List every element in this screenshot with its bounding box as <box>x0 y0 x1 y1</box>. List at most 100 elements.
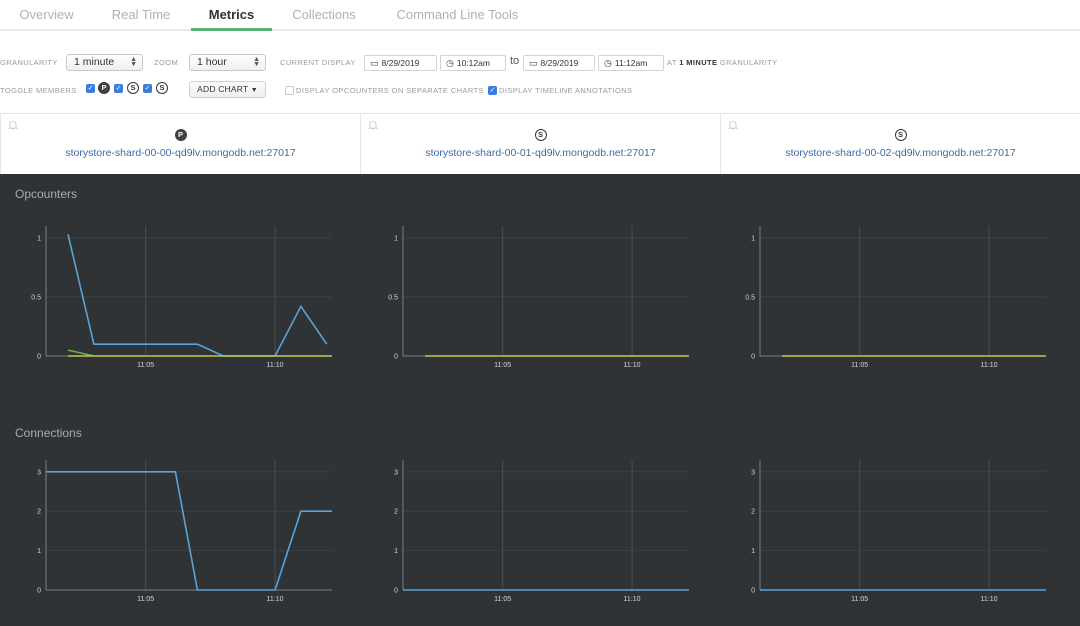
timeline-annotations-label: DISPLAY TIMELINE ANNOTATIONS <box>499 86 633 95</box>
zoom-label: ZOOM <box>154 58 179 67</box>
chart-connections-host-0[interactable]: 0 1 2 3 11:05 11:10 <box>0 454 360 614</box>
start-time-value: 10:12am <box>456 58 490 68</box>
y-tick-label: 0 <box>37 354 41 361</box>
series-line-opcounter-blue <box>67 234 328 357</box>
y-tick-label: 3 <box>37 469 41 476</box>
granularity-summary: AT 1 MINUTE GRANULARITY <box>667 58 778 67</box>
tab-bar: Overview Real Time Metrics Collections C… <box>0 0 1080 31</box>
granularity-value: 1 minute <box>74 56 115 68</box>
end-date-input[interactable]: ▭ 8/29/2019 <box>523 55 595 71</box>
member-checkbox-3[interactable]: ✓ <box>143 84 152 93</box>
tab-real-time[interactable]: Real Time <box>111 7 171 31</box>
y-tick-label: 0 <box>751 588 755 595</box>
calendar-icon: ▭ <box>370 58 379 68</box>
start-date-value: 8/29/2019 <box>381 58 420 68</box>
member-checkbox-1[interactable]: ✓ <box>86 84 95 93</box>
host-column: S storystore-shard-00-01-qd9lv.mongodb.n… <box>360 114 720 174</box>
x-tick-label: 11:10 <box>981 362 998 369</box>
x-tick-label: 11:05 <box>851 596 868 603</box>
metrics-panel: Opcounters Connections 0 0.5 1 11:05 11:10 0… <box>0 174 1080 626</box>
tab-collections[interactable]: Collections <box>291 7 357 31</box>
end-time-input[interactable]: ◷ 11:12am <box>598 55 664 71</box>
bell-icon[interactable] <box>8 120 18 130</box>
y-tick-label: 0.5 <box>388 294 398 301</box>
x-tick-label: 11:05 <box>494 362 511 369</box>
start-time-input[interactable]: ◷ 10:12am <box>440 55 506 71</box>
clock-icon: ◷ <box>446 58 454 68</box>
y-tick-label: 1 <box>751 235 755 242</box>
x-tick-label: 11:10 <box>624 596 641 603</box>
chart-opcounters-host-0[interactable]: 0 0.5 1 11:05 11:10 <box>0 220 360 380</box>
calendar-icon: ▭ <box>529 58 538 68</box>
secondary-badge-icon: S <box>894 129 907 141</box>
y-tick-label: 0.5 <box>31 294 41 301</box>
y-tick-label: 1 <box>394 235 398 242</box>
y-tick-label: 0 <box>394 354 398 361</box>
series-line-connections <box>46 470 332 591</box>
series-line-opcounter-green <box>67 349 95 357</box>
host-header-row: P storystore-shard-00-00-qd9lv.mongodb.n… <box>0 113 1080 174</box>
end-time-value: 11:12am <box>614 58 648 68</box>
y-tick-label: 2 <box>751 509 755 516</box>
tab-metrics[interactable]: Metrics <box>191 7 272 31</box>
granularity-bold: 1 MINUTE <box>679 58 718 67</box>
host-link[interactable]: storystore-shard-00-01-qd9lv.mongodb.net… <box>361 147 720 159</box>
y-tick-label: 3 <box>751 469 755 476</box>
primary-badge-icon: P <box>174 129 187 141</box>
caret-down-icon: ▼ <box>250 87 258 94</box>
y-tick-label: 1 <box>37 548 41 555</box>
add-chart-button[interactable]: ADD CHART ▼ <box>189 81 266 98</box>
x-tick-label: 11:05 <box>494 596 511 603</box>
tab-overview[interactable]: Overview <box>19 7 74 31</box>
host-link[interactable]: storystore-shard-00-02-qd9lv.mongodb.net… <box>721 147 1080 159</box>
separate-charts-checkbox[interactable] <box>285 86 294 95</box>
x-tick-label: 11:10 <box>624 362 641 369</box>
y-tick-label: 1 <box>394 548 398 555</box>
zoom-value: 1 hour <box>197 56 227 68</box>
add-chart-label: ADD CHART <box>197 84 249 94</box>
primary-badge-icon: P <box>98 82 110 94</box>
zoom-select[interactable]: 1 hour ▲ ▼ <box>189 54 266 71</box>
x-tick-label: 11:05 <box>137 362 154 369</box>
secondary-badge-icon: S <box>156 82 168 94</box>
timeline-annotations-checkbox[interactable]: ✓ <box>488 86 497 95</box>
granularity-label: GRANULARITY <box>0 58 58 67</box>
opcounters-title: Opcounters <box>15 187 78 201</box>
x-tick-label: 11:10 <box>267 596 284 603</box>
x-tick-label: 11:10 <box>267 362 284 369</box>
start-date-input[interactable]: ▭ 8/29/2019 <box>364 55 437 71</box>
x-tick-label: 11:10 <box>981 596 998 603</box>
tab-command-line-tools[interactable]: Command Line Tools <box>395 7 520 31</box>
y-tick-label: 2 <box>37 509 41 516</box>
member-checkbox-2[interactable]: ✓ <box>114 84 123 93</box>
connections-title: Connections <box>15 426 82 440</box>
chart-connections-host-1[interactable]: 0 1 2 3 11:05 11:10 <box>357 454 717 614</box>
y-tick-label: 0 <box>37 588 41 595</box>
y-tick-label: 2 <box>394 509 398 516</box>
bell-icon[interactable] <box>368 120 378 130</box>
chart-opcounters-host-1[interactable]: 0 0.5 1 11:05 11:10 <box>357 220 717 380</box>
end-date-value: 8/29/2019 <box>540 58 579 68</box>
x-tick-label: 11:05 <box>851 362 868 369</box>
toggle-members-label: TOGGLE MEMBERS <box>0 86 77 95</box>
bell-icon[interactable] <box>728 120 738 130</box>
secondary-badge-icon: S <box>534 129 547 141</box>
select-arrows-icon: ▲ ▼ <box>130 56 137 68</box>
y-tick-label: 1 <box>751 548 755 555</box>
chart-opcounters-host-2[interactable]: 0 0.5 1 11:05 11:10 <box>714 220 1074 380</box>
at-label: AT <box>667 58 677 67</box>
host-column: P storystore-shard-00-00-qd9lv.mongodb.n… <box>0 114 360 174</box>
host-link[interactable]: storystore-shard-00-00-qd9lv.mongodb.net… <box>1 147 360 159</box>
host-column: S storystore-shard-00-02-qd9lv.mongodb.n… <box>720 114 1080 174</box>
granularity-select[interactable]: 1 minute ▲ ▼ <box>66 54 143 71</box>
y-tick-label: 0 <box>394 588 398 595</box>
y-tick-label: 0 <box>751 354 755 361</box>
y-tick-label: 0.5 <box>745 294 755 301</box>
secondary-badge-icon: S <box>127 82 139 94</box>
chart-connections-host-2[interactable]: 0 1 2 3 11:05 11:10 <box>714 454 1074 614</box>
y-tick-label: 3 <box>394 469 398 476</box>
y-tick-label: 1 <box>37 235 41 242</box>
current-display-label: CURRENT DISPLAY <box>280 58 356 67</box>
granularity-suffix: GRANULARITY <box>719 58 778 67</box>
to-label: to <box>510 55 520 67</box>
